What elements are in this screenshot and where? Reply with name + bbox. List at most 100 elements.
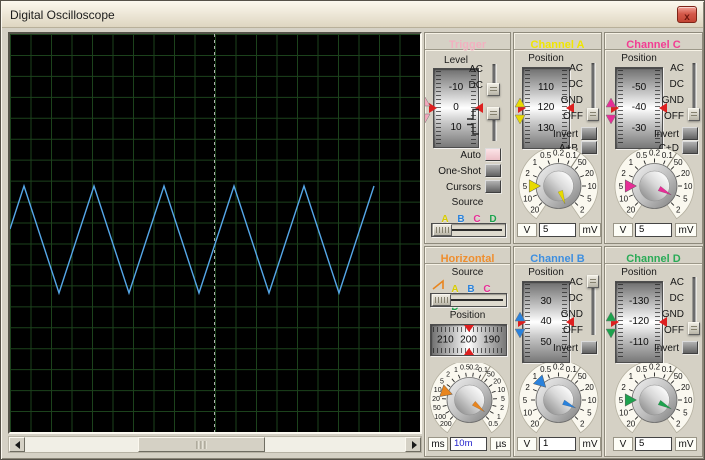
- svg-text:20: 20: [493, 379, 501, 386]
- svg-text:0.1: 0.1: [566, 151, 578, 160]
- trigger-cursors-button[interactable]: [485, 180, 501, 193]
- svg-text:5: 5: [440, 379, 444, 386]
- svg-text:20: 20: [585, 383, 594, 392]
- svg-text:0.2: 0.2: [649, 363, 661, 371]
- channel-a-scale-units-row: V 5 mV: [514, 223, 601, 238]
- coupling-label-GND: GND: [661, 95, 684, 106]
- horizontal-timebase-knob[interactable]: 200100502010521 0.5 0.2 0.15020105210.5: [425, 360, 511, 437]
- svg-text:2: 2: [621, 169, 626, 178]
- switch-handle[interactable]: [487, 83, 500, 96]
- horizontal-source-label: Source: [451, 267, 484, 278]
- scale-tick-label: 190: [483, 334, 500, 346]
- channel-c-invert-button[interactable]: [682, 127, 698, 140]
- svg-text:10: 10: [619, 409, 628, 418]
- svg-text:20: 20: [626, 420, 635, 429]
- channel-d-scale-knob[interactable]: 20105210.5 0.2 0.150201052: [610, 360, 699, 437]
- scrollbar-left-button[interactable]: [9, 437, 25, 452]
- channel-d-position-arrows-icon[interactable]: [605, 311, 617, 339]
- trigger-source-slider[interactable]: [431, 223, 506, 237]
- horizontal-timebase-value-field[interactable]: 10m: [450, 437, 487, 451]
- horizontal-source-slider[interactable]: [430, 293, 507, 307]
- channel-c-coupling-switch[interactable]: [688, 61, 700, 123]
- svg-text:2: 2: [580, 206, 585, 215]
- switch-handle[interactable]: [587, 108, 599, 121]
- channel-b-scale-knob[interactable]: 20105210.5 0.2 0.150201052: [514, 360, 602, 437]
- channel-c-scale-value-field[interactable]: 5: [635, 223, 672, 237]
- coupling-label-DC: DC: [468, 80, 483, 91]
- channel-b-position-arrows-icon[interactable]: [514, 311, 526, 339]
- horizontal-timebase-unit-right-label: µs: [490, 437, 510, 451]
- svg-text:0.5: 0.5: [636, 151, 648, 160]
- scope-scrollbar[interactable]: [8, 436, 422, 453]
- channel-c-position-arrows-icon[interactable]: [605, 97, 617, 125]
- channel-b-scale-unit-left-label: V: [517, 437, 537, 451]
- trigger-coupling-labels: AC DC: [449, 62, 483, 94]
- trigger-source-slider-handle[interactable]: [433, 224, 452, 236]
- svg-text:5: 5: [683, 409, 688, 418]
- channel-d-scale-unit-left-label: V: [613, 437, 633, 451]
- svg-text:1: 1: [533, 158, 538, 167]
- channel-a-position-arrows-icon[interactable]: [514, 97, 526, 125]
- channel-a-scale-value-field[interactable]: 5: [539, 223, 576, 237]
- switch-handle[interactable]: [688, 108, 700, 121]
- svg-text:2: 2: [676, 420, 681, 429]
- trigger-panel: Trigger Level -10 0 10 AC DC Auto One-Shot …: [424, 32, 511, 244]
- channel-b-invert-button[interactable]: [581, 341, 597, 354]
- svg-text:1: 1: [533, 372, 538, 381]
- trigger-auto-button[interactable]: [485, 148, 501, 161]
- horizontal-source-slider-handle[interactable]: [432, 294, 451, 306]
- channel-d-coupling-switch[interactable]: [688, 275, 700, 337]
- svg-text:20: 20: [432, 396, 440, 403]
- channel-d-scale-value-field[interactable]: 5: [635, 437, 672, 451]
- coupling-label-DC: DC: [669, 79, 684, 90]
- channel-b-coupling-switch[interactable]: [587, 275, 599, 337]
- red-pointer-bottom-icon[interactable]: [463, 348, 474, 355]
- channel-c-scale-knob[interactable]: 20105210.5 0.2 0.150201052: [610, 146, 699, 223]
- svg-text:20: 20: [530, 206, 539, 215]
- channel-a-invert-label: Invert: [552, 129, 578, 140]
- channel-d-scale-unit-right-label: mV: [675, 437, 697, 451]
- trigger-level-arrows-icon[interactable]: [424, 96, 431, 124]
- channel-a-scale-unit-right-label: mV: [579, 223, 601, 237]
- scrollbar-right-button[interactable]: [405, 437, 421, 452]
- ramp-icon: [432, 279, 444, 290]
- trigger-source-label: Source: [451, 197, 484, 208]
- svg-text:5: 5: [523, 182, 528, 191]
- close-icon: x: [684, 12, 690, 23]
- coupling-label-GND: GND: [661, 309, 684, 320]
- scrollbar-thumb[interactable]: [138, 437, 265, 452]
- channel-c-title: Channel C: [626, 39, 681, 51]
- channel-c-invert-label: Invert: [653, 129, 679, 140]
- titlebar[interactable]: Digital Oscilloscope x: [2, 2, 703, 28]
- switch-handle[interactable]: [587, 275, 599, 288]
- scale-tick-label: 210: [437, 334, 454, 346]
- red-pointer-top-icon[interactable]: [463, 325, 474, 332]
- trigger-coupling-switch[interactable]: [487, 62, 500, 98]
- channel-d-title: Channel D: [626, 253, 681, 265]
- horizontal-position-scale[interactable]: 210 200 190: [430, 324, 507, 356]
- svg-text:0.1: 0.1: [662, 365, 674, 374]
- switch-handle[interactable]: [487, 107, 500, 120]
- svg-text:2: 2: [446, 372, 450, 379]
- svg-text:0.5: 0.5: [636, 365, 648, 374]
- svg-text:10: 10: [523, 195, 532, 204]
- trigger-edge-switch[interactable]: [487, 107, 500, 143]
- channel-a-invert-button[interactable]: [581, 127, 597, 140]
- channel-a-coupling-switch[interactable]: [587, 61, 599, 123]
- scope-display: [9, 34, 421, 433]
- channel-d-invert-button[interactable]: [682, 341, 698, 354]
- svg-text:50: 50: [433, 405, 441, 412]
- svg-text:0.1: 0.1: [662, 151, 674, 160]
- channel-a-scale-knob[interactable]: 20105210.5 0.2 0.150201052: [514, 146, 602, 223]
- scroll-right-icon: [412, 441, 417, 449]
- svg-text:1: 1: [497, 414, 501, 421]
- horizontal-timebase-knob-block: 200 100 50 20 10 5 2 1 0.5 0.2 0.1 50 20 10 5 2 1 0.5 ms 1…: [425, 360, 511, 452]
- channel-b-scale-unit-right-label: mV: [579, 437, 601, 451]
- trigger-one-shot-button[interactable]: [485, 164, 501, 177]
- close-button[interactable]: x: [677, 6, 697, 23]
- channel-b-scale-value-field[interactable]: 1: [539, 437, 576, 451]
- switch-handle[interactable]: [688, 322, 700, 335]
- channel-b-panel: Channel B Position 30 40 50 AC DC GND OFF Inv…: [513, 246, 602, 457]
- coupling-label-AC: AC: [670, 277, 684, 288]
- oscilloscope-window: Digital Oscilloscope x Trigger Level -10…: [0, 0, 705, 460]
